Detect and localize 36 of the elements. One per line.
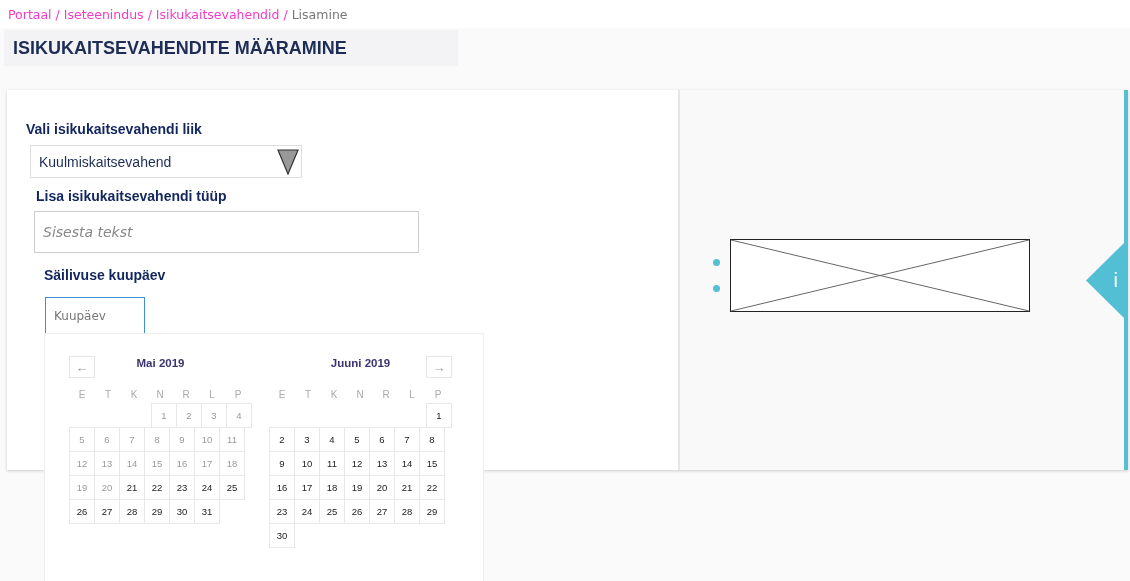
- date-field[interactable]: Kuupäev: [45, 297, 145, 334]
- weekday-label: E: [277, 388, 287, 400]
- weekday-label: T: [103, 388, 113, 400]
- field-label: Vali isikukaitsevahendi liik: [26, 121, 203, 137]
- input-field[interactable]: Sisesta tekst: [34, 211, 419, 253]
- weekday-label: K: [129, 388, 139, 400]
- calendar-day[interactable]: 30: [269, 523, 295, 548]
- weekday-label: N: [355, 388, 365, 400]
- month-title: Mai 2019: [136, 357, 185, 369]
- weekday-label: L: [408, 388, 416, 400]
- calendar-day[interactable]: 31: [194, 499, 220, 524]
- weekday-label: R: [181, 388, 191, 400]
- field-label: Lisa isikukaitsevahendi tüüp: [36, 188, 228, 204]
- weekday-label: R: [381, 388, 391, 400]
- calendar-day[interactable]: 26: [69, 499, 95, 524]
- weekday-label: N: [155, 388, 165, 400]
- calendar-day[interactable]: 29: [419, 499, 445, 524]
- page-title: ISIKUKAITSEVAHENDITE MÄÄRAMINE: [13, 37, 347, 59]
- breadcrumb-current: Lisamine: [291, 6, 348, 22]
- caret-icon: [277, 148, 299, 175]
- weekday-label: P: [233, 388, 243, 400]
- weekday-label: T: [303, 388, 313, 400]
- type-select[interactable]: Kuulmiskaitsevahend: [30, 145, 302, 178]
- calendar-day[interactable]: 8: [419, 427, 445, 452]
- image-placeholder-icon: [730, 239, 1030, 312]
- weekday-label: E: [77, 388, 87, 400]
- calendar-day[interactable]: 2: [269, 427, 295, 452]
- dot-icon: [713, 259, 720, 266]
- weekday-label: P: [433, 388, 443, 400]
- field-label: Säilivuse kuupäev: [44, 267, 167, 283]
- calendar-day[interactable]: 1: [426, 403, 452, 428]
- month-title: Juuni 2019: [330, 357, 391, 369]
- calendar-day[interactable]: 25: [219, 475, 245, 500]
- weekday-label: L: [208, 388, 216, 400]
- dot-icon: [713, 285, 720, 292]
- weekday-label: K: [329, 388, 339, 400]
